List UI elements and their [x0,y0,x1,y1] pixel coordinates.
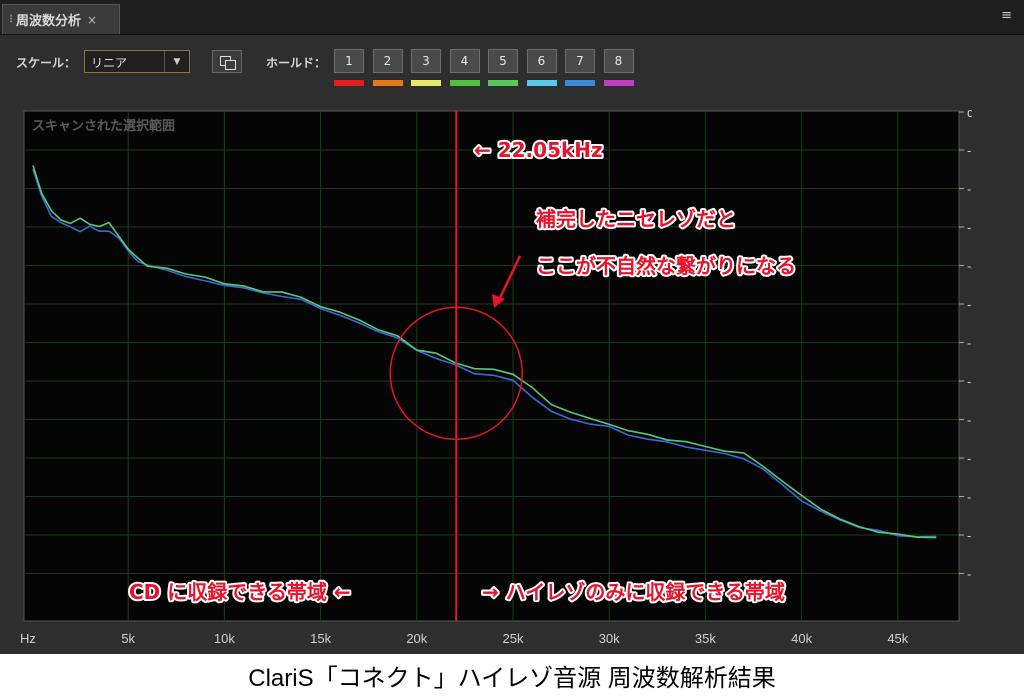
close-icon[interactable]: × [87,13,97,27]
y-tick-label: -120 [967,567,972,582]
hold-button-3[interactable]: 3 [411,49,441,73]
y-tick-label: dB [967,105,972,120]
scale-select[interactable]: リニア ▼ [84,50,190,73]
hold-color-swatch-2 [372,80,403,86]
y-tick-label: -20 [967,182,972,197]
panel-tab-bar: ⋮⋮ 周波数分析 × ≡ [0,0,1024,35]
y-tick-label: -70 [967,374,972,389]
hold-color-swatch-5 [488,80,518,86]
y-tick-label: -40 [967,259,972,274]
hold-color-swatch-7 [565,80,595,86]
hold-button-1[interactable]: 1 [334,49,364,73]
hold-button-5[interactable]: 5 [488,49,518,73]
y-tick-label: -110 [967,528,972,543]
marker-label: ← 22.05kHz [474,138,603,162]
y-tick-label: -50 [967,297,972,312]
x-tick-label: 35k [695,631,716,646]
chevron-down-icon[interactable]: ▼ [164,51,189,72]
scale-label: スケール： [16,56,77,70]
x-tick-label: 40k [791,631,812,646]
y-tick-label: -30 [967,220,972,235]
hold-button-4[interactable]: 4 [449,49,480,73]
hold-button-8[interactable]: 8 [603,49,634,73]
x-tick-label: 5k [121,631,135,646]
y-tick-label: -90 [967,451,972,466]
copy-button[interactable] [212,50,242,73]
x-tick-label: Hz [20,631,36,646]
x-tick-label: 45k [887,631,908,646]
image-caption: ClariS「コネクト」ハイレゾ音源 周波数解析結果 [248,665,776,692]
annotation-note-line2: ここが不自然な繋がりになる [536,254,796,278]
x-tick-label: 30k [599,631,620,646]
tab-frequency-analysis[interactable]: ⋮⋮ 周波数分析 × [2,4,120,34]
cd-band-label: CD に収録できる帯域 ← [129,580,351,604]
x-tick-label: 15k [310,631,331,646]
hires-band-label: → ハイレゾのみに収録できる帯域 [482,580,785,604]
hold-color-swatch-4 [449,80,480,86]
y-tick-label: -100 [967,490,972,505]
scale-select-value: リニア [91,56,128,70]
y-tick-label: -10 [967,143,972,158]
hold-color-swatch-8 [603,80,634,86]
y-tick-label: -60 [967,336,972,351]
drag-grip-icon[interactable]: ⋮⋮ [6,14,24,25]
frequency-chart: Hz 5k 10k 15k 20k 25k 30k 35k 40k 45k dB -10 -20 -30 -… [16,103,972,653]
annotation-note-line1: 補完したニセレゾだと [535,207,736,231]
hold-button-6[interactable]: 6 [526,49,557,73]
overlay-title: スキャンされた選択範囲 [32,118,175,134]
x-tick-label: 25k [503,631,524,646]
hold-button-2[interactable]: 2 [372,49,403,73]
hold-color-swatch-3 [411,80,441,86]
hold-color-swatch-6 [526,80,557,86]
plot-background [23,110,960,622]
frequency-analysis-panel: ⋮⋮ 周波数分析 × ≡ スケール： リニア ▼ ホールド： 12345678 … [0,0,1024,654]
panel-menu-icon[interactable]: ≡ [1001,8,1012,23]
hold-label: ホールド： [266,56,327,70]
tab-title: 周波数分析 [16,14,82,29]
x-tick-label: 10k [214,631,235,646]
y-tick-label: -80 [967,413,972,428]
hold-button-7[interactable]: 7 [565,49,595,73]
toolbar: スケール： リニア ▼ ホールド： 12345678 [0,35,1024,95]
x-tick-label: 20k [406,631,427,646]
hold-color-swatch-1 [334,80,364,86]
